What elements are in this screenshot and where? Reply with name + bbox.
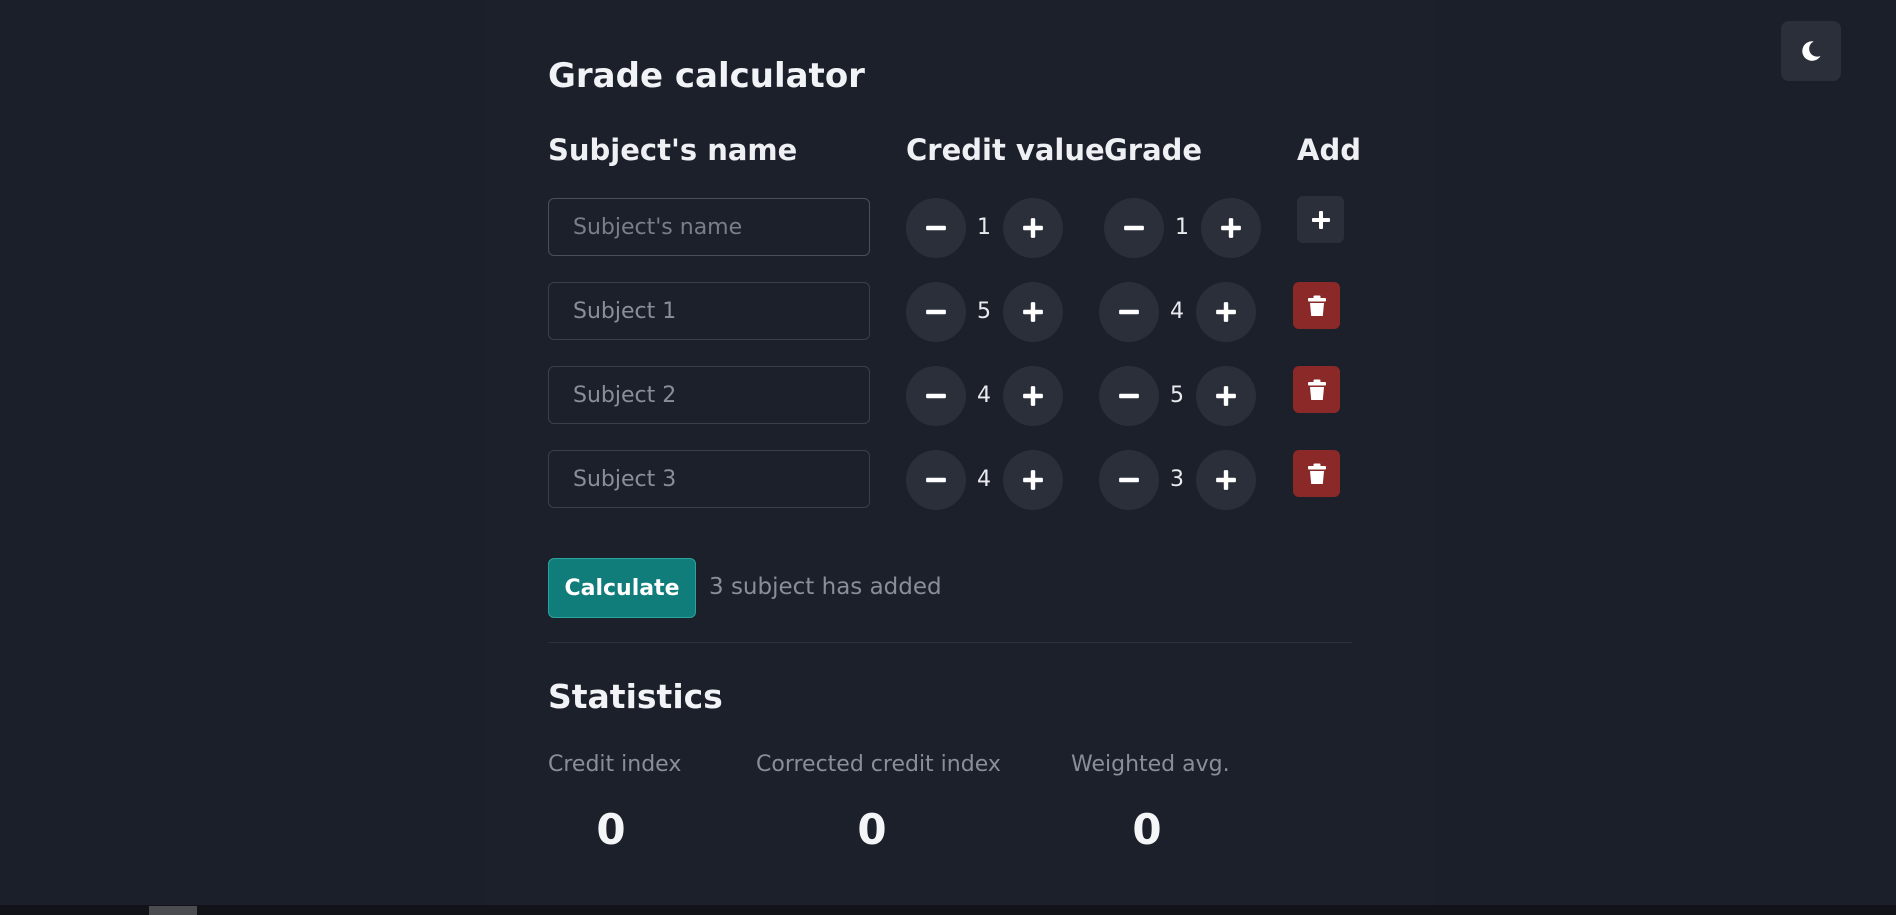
weighted-avg-label: Weighted avg. xyxy=(1071,752,1230,777)
minus-icon xyxy=(926,393,946,399)
grade-value: 3 xyxy=(1170,467,1184,492)
grade-decrement-button[interactable] xyxy=(1099,366,1159,426)
subject-row: 4 3 xyxy=(0,450,1896,510)
grade-value: 4 xyxy=(1170,299,1184,324)
plus-icon xyxy=(1221,218,1241,238)
plus-icon xyxy=(1216,302,1236,322)
status-text: 3 subject has added xyxy=(709,574,942,600)
weighted-avg-value: 0 xyxy=(1132,805,1162,854)
grade-increment-button[interactable] xyxy=(1196,366,1256,426)
credit-index-label: Credit index xyxy=(548,752,682,777)
credit-increment-button[interactable] xyxy=(1003,366,1063,426)
credit-value: 5 xyxy=(977,299,991,324)
column-header-add: Add xyxy=(1297,133,1361,167)
delete-subject-button[interactable] xyxy=(1293,450,1340,497)
credit-decrement-button[interactable] xyxy=(906,198,966,258)
grade-decrement-button[interactable] xyxy=(1099,282,1159,342)
plus-icon xyxy=(1311,210,1330,229)
minus-icon xyxy=(926,477,946,483)
corrected-credit-index-value: 0 xyxy=(857,805,887,854)
taskbar xyxy=(0,905,1896,915)
credit-value: 4 xyxy=(977,467,991,492)
plus-icon xyxy=(1023,386,1043,406)
trash-icon xyxy=(1307,463,1326,484)
subject-name-field[interactable] xyxy=(548,366,870,424)
column-header-credit: Credit value xyxy=(906,133,1105,167)
subject-name-field[interactable] xyxy=(548,450,870,508)
plus-icon xyxy=(1216,386,1236,406)
delete-subject-button[interactable] xyxy=(1293,366,1340,413)
grade-value: 5 xyxy=(1170,383,1184,408)
credit-increment-button[interactable] xyxy=(1003,198,1063,258)
grade-increment-button[interactable] xyxy=(1196,282,1256,342)
plus-icon xyxy=(1023,218,1043,238)
add-subject-button[interactable] xyxy=(1297,196,1344,243)
trash-icon xyxy=(1307,379,1326,400)
plus-icon xyxy=(1216,470,1236,490)
minus-icon xyxy=(1119,393,1139,399)
statistics-title: Statistics xyxy=(548,677,723,716)
delete-subject-button[interactable] xyxy=(1293,282,1340,329)
minus-icon xyxy=(926,225,946,231)
plus-icon xyxy=(1023,470,1043,490)
grade-value: 1 xyxy=(1175,215,1189,240)
column-header-grade: Grade xyxy=(1104,133,1203,167)
credit-decrement-button[interactable] xyxy=(906,366,966,426)
credit-increment-button[interactable] xyxy=(1003,450,1063,510)
column-header-name: Subject's name xyxy=(548,133,798,167)
credit-increment-button[interactable] xyxy=(1003,282,1063,342)
credit-value: 1 xyxy=(977,215,991,240)
credit-decrement-button[interactable] xyxy=(906,282,966,342)
calculate-button[interactable]: Calculate xyxy=(548,558,696,618)
minus-icon xyxy=(1119,309,1139,315)
grade-decrement-button[interactable] xyxy=(1099,450,1159,510)
subject-name-field[interactable] xyxy=(548,282,870,340)
plus-icon xyxy=(1023,302,1043,322)
credit-index-value: 0 xyxy=(596,805,626,854)
minus-icon xyxy=(1124,225,1144,231)
subject-row: 4 5 xyxy=(0,366,1896,426)
subject-name-input[interactable] xyxy=(548,198,870,256)
credit-decrement-button[interactable] xyxy=(906,450,966,510)
moon-icon xyxy=(1802,41,1821,61)
new-subject-row: 1 1 xyxy=(0,196,1896,258)
trash-icon xyxy=(1307,295,1326,316)
theme-toggle-button[interactable] xyxy=(1781,21,1841,81)
corrected-credit-index-label: Corrected credit index xyxy=(756,752,1001,777)
minus-icon xyxy=(1119,477,1139,483)
section-divider xyxy=(548,642,1352,643)
page-title: Grade calculator xyxy=(548,56,865,96)
grade-increment-button[interactable] xyxy=(1196,450,1256,510)
taskbar-item[interactable] xyxy=(149,906,197,915)
credit-value: 4 xyxy=(977,383,991,408)
grade-increment-button[interactable] xyxy=(1201,198,1261,258)
subject-row: 5 4 xyxy=(0,282,1896,342)
minus-icon xyxy=(926,309,946,315)
grade-decrement-button[interactable] xyxy=(1104,198,1164,258)
